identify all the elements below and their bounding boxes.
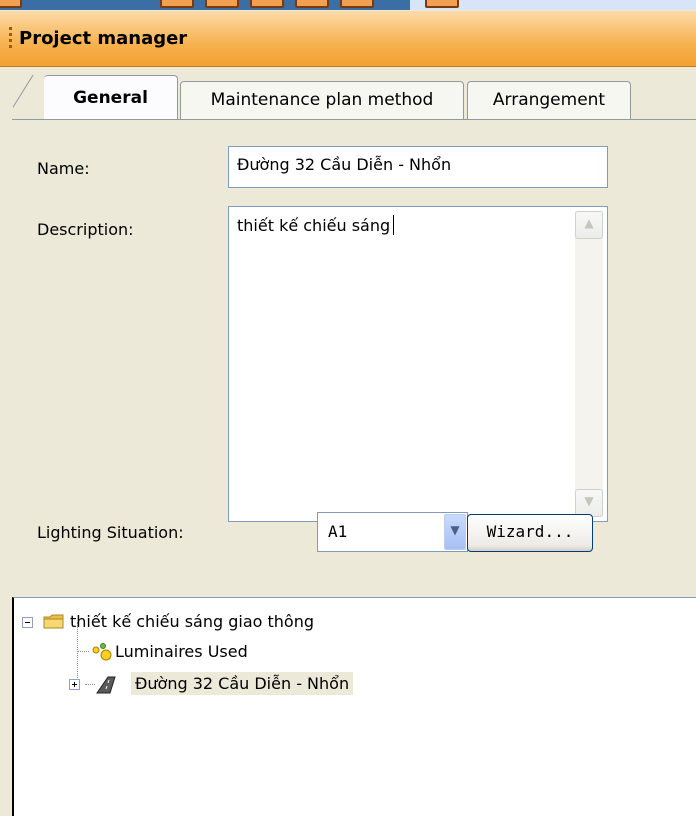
toolbar-right-area: [410, 0, 696, 10]
toolbar-button[interactable]: [340, 0, 374, 8]
drag-grip-icon[interactable]: [9, 27, 13, 51]
name-label: Name:: [37, 159, 90, 178]
tree-item-project-road[interactable]: Đường 32 Cầu Diễn - Nhổn: [131, 672, 354, 695]
name-value: Đường 32 Cầu Diễn - Nhổn: [237, 155, 452, 174]
scroll-up-icon: ▲: [584, 216, 594, 230]
scroll-down-button[interactable]: ▼: [575, 489, 603, 517]
project-tree: thiết kế chiếu sáng giao thông Luminaire…: [12, 597, 696, 816]
project-manager-window: Project manager General Maintenance plan…: [0, 0, 696, 816]
toolbar-button[interactable]: [295, 0, 329, 8]
luminaires-icon: [92, 643, 112, 661]
toolbar-button[interactable]: [0, 0, 22, 8]
toolbar-button[interactable]: [250, 0, 284, 8]
description-field[interactable]: thiết kế chiếu sáng ▲ ▼: [228, 206, 608, 522]
chevron-down-icon[interactable]: ▼: [444, 514, 466, 550]
tab-general[interactable]: General: [44, 75, 178, 121]
general-tab-content: Name: Đường 32 Cầu Diễn - Nhổn Descripti…: [12, 120, 696, 587]
road-icon: [96, 676, 116, 694]
panel-title: Project manager: [19, 28, 188, 49]
expand-icon[interactable]: [69, 679, 80, 690]
description-label: Description:: [37, 220, 134, 239]
project-panel: General Maintenance plan method Arrangem…: [0, 67, 696, 587]
lighting-situation-select[interactable]: A1 ▼: [317, 512, 468, 552]
tab-arrangement[interactable]: Arrangement: [467, 81, 631, 119]
name-field[interactable]: Đường 32 Cầu Diễn - Nhổn: [228, 146, 608, 188]
text-caret: [393, 215, 395, 235]
toolbar-button[interactable]: [205, 0, 239, 8]
wizard-button[interactable]: Wizard...: [467, 514, 593, 552]
description-scrollbar[interactable]: ▲ ▼: [575, 211, 603, 517]
panel-header: Project manager: [0, 11, 696, 67]
tree-item-luminaires-used[interactable]: Luminaires Used: [115, 642, 248, 661]
lighting-situation-label: Lighting Situation:: [37, 523, 184, 542]
scroll-down-icon: ▼: [584, 494, 594, 508]
tree-root-label[interactable]: thiết kế chiếu sáng giao thông: [70, 612, 314, 631]
collapse-icon[interactable]: [22, 617, 33, 628]
toolbar-button[interactable]: [160, 0, 194, 8]
lighting-situation-value: A1: [328, 522, 348, 541]
toolbar-strip: [0, 0, 696, 10]
folder-icon: [43, 614, 64, 629]
scroll-up-button[interactable]: ▲: [575, 211, 603, 239]
tab-maintenance-plan-method[interactable]: Maintenance plan method: [180, 81, 464, 119]
description-value: thiết kế chiếu sáng: [237, 215, 395, 235]
toolbar-button[interactable]: [425, 0, 459, 8]
